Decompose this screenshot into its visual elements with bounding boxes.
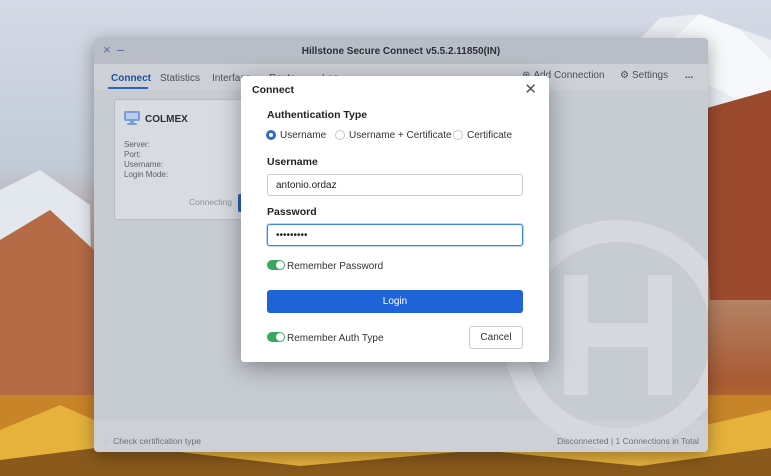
tab-statistics[interactable]: Statistics	[160, 73, 200, 84]
monitor-icon	[124, 111, 140, 125]
auth-option-certificate[interactable]: Certificate	[453, 130, 512, 141]
spinner-icon: ◌	[104, 436, 110, 446]
radio-unselected-icon	[335, 130, 345, 140]
connection-status-text: Connecting	[189, 197, 233, 207]
auth-option-label: Username	[280, 130, 327, 141]
tab-connect[interactable]: Connect	[111, 73, 151, 84]
gear-icon: ⚙	[620, 70, 629, 81]
dialog-close-icon[interactable]: ✕	[524, 80, 537, 98]
active-tab-indicator	[108, 87, 148, 89]
password-label: Password	[267, 206, 317, 218]
auth-option-label: Username + Certificate	[349, 130, 452, 141]
auth-option-label: Certificate	[467, 130, 513, 141]
username-input[interactable]	[267, 174, 523, 196]
login-mode-field-label: Login Mode:	[124, 170, 169, 179]
auth-type-label: Authentication Type	[267, 109, 368, 121]
settings-label: Settings	[631, 70, 669, 81]
auth-option-username-certificate[interactable]: Username + Certificate	[335, 130, 452, 141]
remember-auth-type-toggle[interactable]: Remember Auth Type	[267, 332, 384, 344]
password-input[interactable]	[267, 224, 523, 246]
toggle-on-icon	[267, 260, 285, 270]
status-bar: ◌ Check certification type Disconnected |…	[94, 428, 708, 452]
connection-name: COLMEX	[145, 114, 188, 125]
radio-selected-icon	[266, 130, 276, 140]
connection-summary: Disconnected | 1 Connections in Total	[557, 436, 699, 446]
remember-auth-type-label: Remember Auth Type	[287, 333, 384, 344]
port-field-label: Port:	[124, 150, 141, 159]
connection-card[interactable]: COLMEX Server: Port: Username: Login Mod…	[114, 99, 254, 220]
settings-button[interactable]: ⚙ Settings	[620, 70, 668, 81]
status-message-text: Check certification type	[113, 436, 201, 446]
auth-option-username[interactable]: Username	[266, 130, 326, 141]
remember-password-toggle[interactable]: Remember Password	[267, 260, 383, 272]
remember-password-label: Remember Password	[287, 261, 384, 272]
window-title: Hillstone Secure Connect v5.5.2.11850(IN…	[301, 46, 501, 57]
server-field-label: Server:	[124, 140, 150, 149]
title-bar: × – Hillstone Secure Connect v5.5.2.1185…	[94, 38, 708, 64]
status-message: ◌ Check certification type	[104, 436, 201, 446]
username-label: Username	[267, 156, 318, 168]
toggle-on-icon	[267, 332, 285, 342]
cancel-button[interactable]: Cancel	[469, 326, 523, 349]
dialog-title: Connect	[252, 84, 294, 96]
username-field-label: Username:	[124, 160, 164, 169]
more-menu-button[interactable]: ...	[685, 70, 693, 81]
radio-unselected-icon	[453, 130, 463, 140]
connect-dialog: Connect ✕ Authentication Type Username U…	[241, 76, 549, 362]
login-button[interactable]: Login	[267, 290, 523, 313]
